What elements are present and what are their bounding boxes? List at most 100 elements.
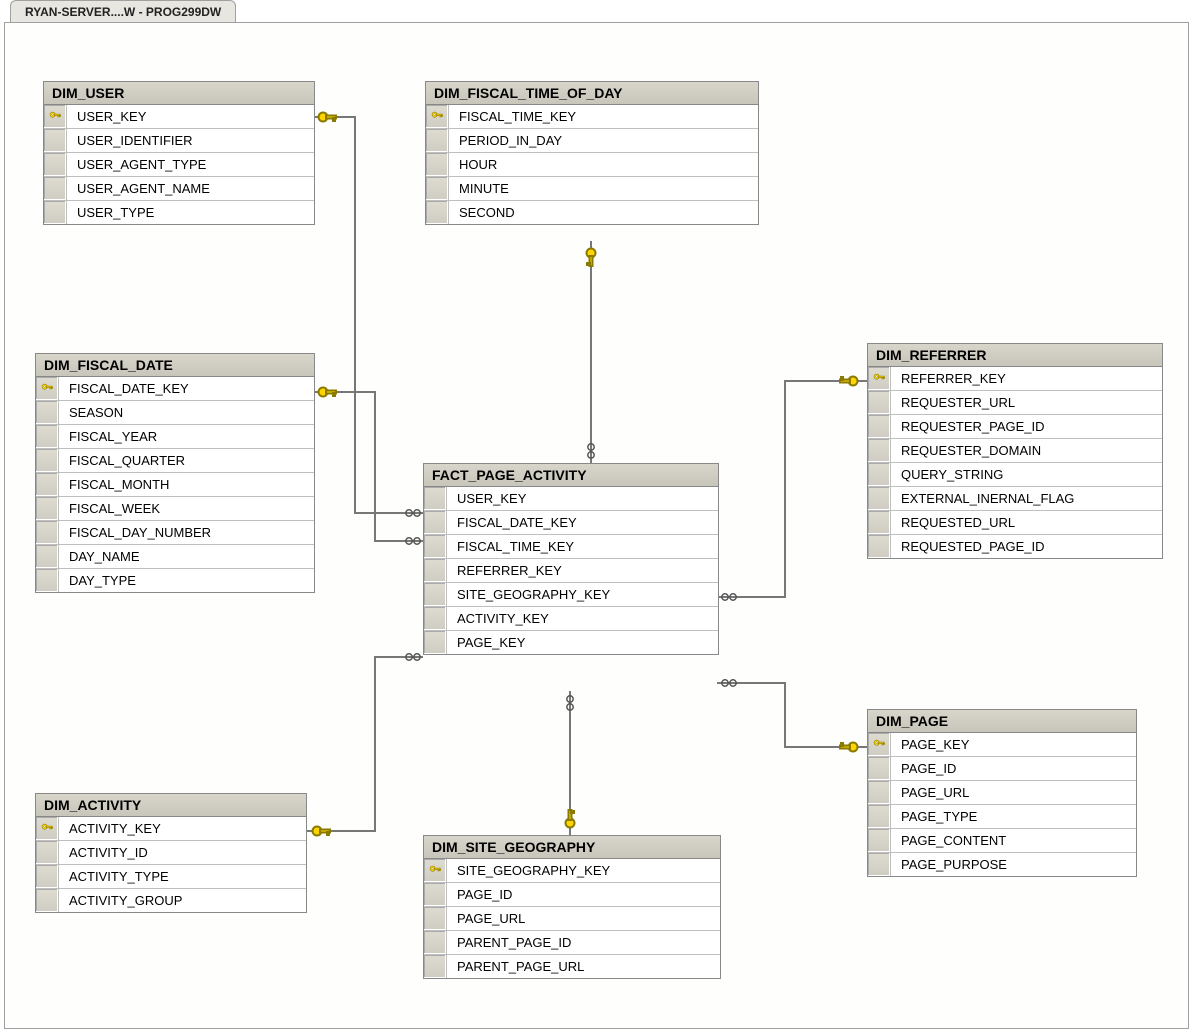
row-selector[interactable] (424, 511, 447, 534)
row-selector[interactable] (424, 559, 447, 582)
column-row[interactable]: ACTIVITY_KEY (36, 817, 306, 841)
column-row[interactable]: REQUESTER_DOMAIN (868, 439, 1162, 463)
column-name[interactable]: FISCAL_DATE_KEY (447, 511, 718, 534)
row-selector[interactable] (44, 129, 67, 152)
row-selector[interactable] (424, 955, 447, 978)
row-selector[interactable] (36, 841, 59, 864)
column-row[interactable]: ACTIVITY_ID (36, 841, 306, 865)
column-name[interactable]: USER_KEY (447, 487, 718, 510)
column-row[interactable]: SITE_GEOGRAPHY_KEY (424, 583, 718, 607)
column-name[interactable]: DAY_TYPE (59, 569, 314, 592)
column-row[interactable]: FISCAL_WEEK (36, 497, 314, 521)
row-selector[interactable] (36, 889, 59, 912)
column-name[interactable]: ACTIVITY_TYPE (59, 865, 306, 888)
row-selector[interactable] (868, 391, 891, 414)
column-name[interactable]: SECOND (449, 201, 758, 224)
column-name[interactable]: PAGE_ID (891, 757, 1136, 780)
column-row[interactable]: FISCAL_TIME_KEY (426, 105, 758, 129)
column-row[interactable]: PAGE_KEY (424, 631, 718, 654)
column-name[interactable]: USER_AGENT_TYPE (67, 153, 314, 176)
table-dim-page[interactable]: DIM_PAGE PAGE_KEYPAGE_IDPAGE_URLPAGE_TYP… (867, 709, 1137, 877)
column-row[interactable]: PAGE_KEY (868, 733, 1136, 757)
row-selector[interactable] (868, 805, 891, 828)
column-row[interactable]: ACTIVITY_KEY (424, 607, 718, 631)
row-selector[interactable] (424, 583, 447, 606)
column-name[interactable]: USER_AGENT_NAME (67, 177, 314, 200)
column-row[interactable]: REQUESTED_URL (868, 511, 1162, 535)
column-name[interactable]: FISCAL_TIME_KEY (449, 105, 758, 128)
column-name[interactable]: REFERRER_KEY (447, 559, 718, 582)
row-selector[interactable] (868, 463, 891, 486)
column-row[interactable]: PAGE_URL (424, 907, 720, 931)
column-name[interactable]: FISCAL_TIME_KEY (447, 535, 718, 558)
column-row[interactable]: PAGE_ID (424, 883, 720, 907)
row-selector[interactable] (868, 511, 891, 534)
row-selector[interactable] (36, 473, 59, 496)
column-row[interactable]: REQUESTED_PAGE_ID (868, 535, 1162, 558)
column-name[interactable]: FISCAL_DAY_NUMBER (59, 521, 314, 544)
pk-indicator[interactable] (44, 105, 67, 128)
row-selector[interactable] (868, 487, 891, 510)
column-row[interactable]: FISCAL_YEAR (36, 425, 314, 449)
diagram-surface[interactable]: DIM_USER USER_KEYUSER_IDENTIFIERUSER_AGE… (4, 22, 1189, 1029)
row-selector[interactable] (44, 201, 67, 224)
table-dim-activity[interactable]: DIM_ACTIVITY ACTIVITY_KEYACTIVITY_IDACTI… (35, 793, 307, 913)
table-title[interactable]: DIM_ACTIVITY (36, 794, 306, 817)
table-title[interactable]: DIM_REFERRER (868, 344, 1162, 367)
column-name[interactable]: PAGE_URL (891, 781, 1136, 804)
row-selector[interactable] (868, 781, 891, 804)
row-selector[interactable] (868, 535, 891, 558)
row-selector[interactable] (424, 931, 447, 954)
column-row[interactable]: USER_IDENTIFIER (44, 129, 314, 153)
column-name[interactable]: USER_TYPE (67, 201, 314, 224)
column-name[interactable]: PARENT_PAGE_ID (447, 931, 720, 954)
row-selector[interactable] (868, 829, 891, 852)
row-selector[interactable] (424, 487, 447, 510)
column-name[interactable]: PAGE_KEY (891, 733, 1136, 756)
column-row[interactable]: PARENT_PAGE_URL (424, 955, 720, 978)
column-row[interactable]: FISCAL_DATE_KEY (424, 511, 718, 535)
column-name[interactable]: EXTERNAL_INERNAL_FLAG (891, 487, 1162, 510)
column-name[interactable]: SITE_GEOGRAPHY_KEY (447, 583, 718, 606)
row-selector[interactable] (424, 631, 447, 654)
table-title[interactable]: DIM_FISCAL_DATE (36, 354, 314, 377)
row-selector[interactable] (426, 153, 449, 176)
row-selector[interactable] (868, 415, 891, 438)
row-selector[interactable] (868, 757, 891, 780)
column-row[interactable]: USER_AGENT_TYPE (44, 153, 314, 177)
row-selector[interactable] (424, 883, 447, 906)
column-row[interactable]: PAGE_ID (868, 757, 1136, 781)
row-selector[interactable] (44, 153, 67, 176)
column-row[interactable]: SEASON (36, 401, 314, 425)
table-title[interactable]: DIM_FISCAL_TIME_OF_DAY (426, 82, 758, 105)
table-title[interactable]: DIM_PAGE (868, 710, 1136, 733)
column-name[interactable]: REFERRER_KEY (891, 367, 1162, 390)
column-row[interactable]: USER_KEY (44, 105, 314, 129)
column-name[interactable]: PAGE_TYPE (891, 805, 1136, 828)
column-name[interactable]: PAGE_PURPOSE (891, 853, 1136, 876)
column-row[interactable]: HOUR (426, 153, 758, 177)
column-row[interactable]: REFERRER_KEY (424, 559, 718, 583)
column-row[interactable]: ACTIVITY_TYPE (36, 865, 306, 889)
column-name[interactable]: SITE_GEOGRAPHY_KEY (447, 859, 720, 882)
column-name[interactable]: FISCAL_WEEK (59, 497, 314, 520)
row-selector[interactable] (36, 401, 59, 424)
row-selector[interactable] (36, 521, 59, 544)
row-selector[interactable] (36, 865, 59, 888)
column-row[interactable]: PAGE_CONTENT (868, 829, 1136, 853)
column-row[interactable]: QUERY_STRING (868, 463, 1162, 487)
column-name[interactable]: REQUESTER_PAGE_ID (891, 415, 1162, 438)
table-dim-referrer[interactable]: DIM_REFERRER REFERRER_KEYREQUESTER_URLRE… (867, 343, 1163, 559)
pk-indicator[interactable] (426, 105, 449, 128)
column-row[interactable]: FISCAL_QUARTER (36, 449, 314, 473)
column-name[interactable]: PAGE_KEY (447, 631, 718, 654)
table-dim-fiscal-time-of-day[interactable]: DIM_FISCAL_TIME_OF_DAY FISCAL_TIME_KEYPE… (425, 81, 759, 225)
column-name[interactable]: FISCAL_MONTH (59, 473, 314, 496)
column-name[interactable]: REQUESTED_PAGE_ID (891, 535, 1162, 558)
column-row[interactable]: PERIOD_IN_DAY (426, 129, 758, 153)
column-name[interactable]: REQUESTER_DOMAIN (891, 439, 1162, 462)
column-name[interactable]: PARENT_PAGE_URL (447, 955, 720, 978)
table-fact-page-activity[interactable]: FACT_PAGE_ACTIVITYUSER_KEYFISCAL_DATE_KE… (423, 463, 719, 655)
table-title[interactable]: DIM_USER (44, 82, 314, 105)
column-row[interactable]: FISCAL_DATE_KEY (36, 377, 314, 401)
